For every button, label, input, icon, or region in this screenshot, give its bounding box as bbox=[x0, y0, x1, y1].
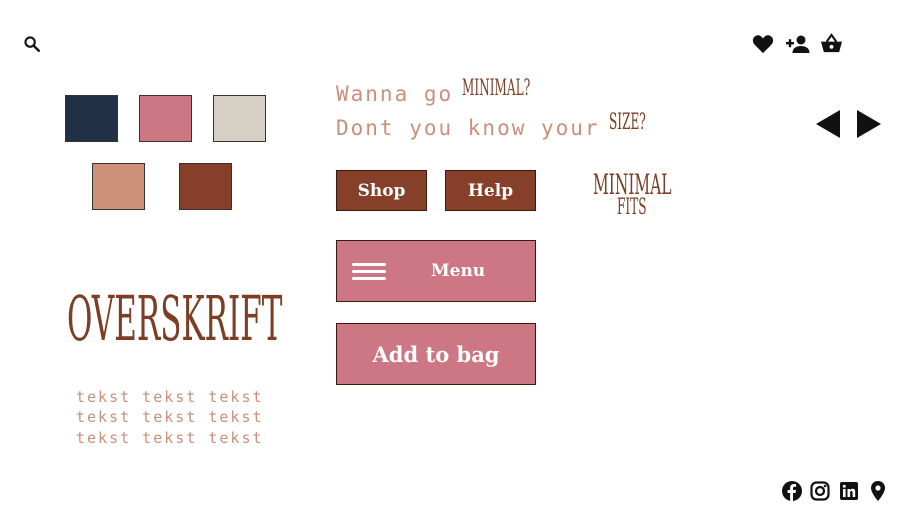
body-text-line-1: tekst tekst tekst bbox=[76, 388, 264, 406]
basket-icon[interactable] bbox=[820, 33, 843, 54]
color-swatch-navy bbox=[65, 95, 118, 142]
next-arrow-icon[interactable] bbox=[857, 110, 881, 138]
search-icon[interactable] bbox=[23, 35, 41, 53]
previous-arrow-icon[interactable] bbox=[816, 110, 840, 138]
instagram-icon[interactable] bbox=[810, 481, 830, 501]
linkedin-icon[interactable] bbox=[840, 482, 858, 500]
tagline-line-1-prefix: Wanna go bbox=[336, 82, 454, 106]
body-text-line-3: tekst tekst tekst bbox=[76, 429, 264, 447]
add-user-icon[interactable] bbox=[786, 34, 810, 54]
facebook-icon[interactable] bbox=[782, 481, 802, 501]
tagline-line-2: Dont you know your SIZE? bbox=[336, 110, 676, 142]
tagline-line-2-word: SIZE? bbox=[608, 110, 646, 135]
add-to-bag-button[interactable]: Add to bag bbox=[336, 323, 536, 385]
location-pin-icon[interactable] bbox=[871, 481, 885, 501]
page-title: OVERSKRIFT bbox=[67, 282, 283, 355]
logo: MINIMAL FITS bbox=[593, 170, 703, 226]
shop-button[interactable]: Shop bbox=[336, 170, 427, 211]
heart-icon[interactable] bbox=[752, 34, 774, 54]
tagline-line-2-prefix: Dont you know your bbox=[336, 116, 600, 140]
help-button[interactable]: Help bbox=[445, 170, 536, 211]
color-swatch-tan bbox=[92, 163, 145, 210]
tagline-line-1-word: MINIMAL? bbox=[462, 76, 531, 101]
menu-button-label: Menu bbox=[430, 261, 486, 281]
color-swatch-brown bbox=[179, 163, 232, 210]
hamburger-icon bbox=[352, 259, 386, 284]
tagline-line-1: Wanna go MINIMAL? bbox=[336, 76, 586, 108]
menu-button[interactable]: Menu bbox=[336, 240, 536, 302]
color-swatch-beige bbox=[213, 95, 266, 142]
body-text-line-2: tekst tekst tekst bbox=[76, 408, 264, 426]
color-swatch-pink bbox=[139, 95, 192, 142]
logo-line-2: FITS bbox=[617, 195, 647, 220]
